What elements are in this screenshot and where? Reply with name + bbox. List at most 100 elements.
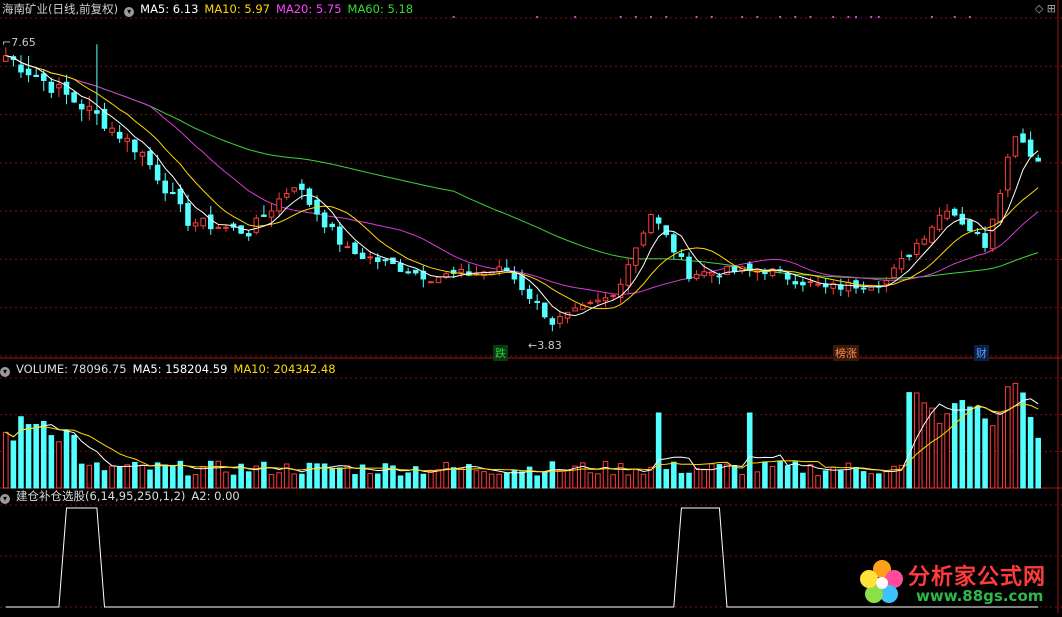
volume-bar <box>458 467 465 489</box>
volume-bar <box>139 464 146 489</box>
candle-body <box>921 238 928 245</box>
volume-bar <box>299 473 305 489</box>
volume-bar <box>3 431 9 489</box>
candle-body <box>815 283 821 286</box>
event-dot <box>756 16 759 18</box>
event-dot <box>710 16 713 18</box>
volume-bar <box>777 460 783 489</box>
candle-body <box>1027 139 1034 157</box>
volume-bar <box>154 462 161 489</box>
candle-body <box>207 214 214 230</box>
candle-body <box>397 263 404 272</box>
volume-title: VOLUME: 78096.75 <box>16 362 127 376</box>
candle-body <box>215 226 222 229</box>
event-dot <box>536 16 539 18</box>
volume-bar <box>223 471 229 489</box>
volume-bar <box>420 473 427 489</box>
candle-body <box>534 300 540 303</box>
settings-icon[interactable]: ▾ <box>124 7 135 17</box>
volume-settings-icon[interactable]: ▾ <box>0 367 10 377</box>
candle-body <box>944 210 950 219</box>
candle-body <box>693 273 700 279</box>
event-dot <box>779 16 782 18</box>
volume-bar <box>245 471 252 489</box>
volume-panel-header: ▾ VOLUME: 78096.75 MA5: 158204.59 MA10: 204… <box>0 361 342 378</box>
volume-bar <box>724 463 730 489</box>
volume-bar <box>754 471 761 489</box>
volume-bar <box>337 467 343 489</box>
candle-body <box>519 275 525 290</box>
volume-bar <box>101 470 108 489</box>
candle-body <box>124 137 131 142</box>
candle-body <box>541 302 548 318</box>
candle-body <box>564 311 571 319</box>
candle-body <box>405 271 411 274</box>
volume-bar <box>784 465 791 489</box>
chart-canvas <box>0 0 1062 613</box>
volume-bar <box>838 470 844 489</box>
event-dot <box>855 16 858 18</box>
ma20-polyline <box>5 55 1039 295</box>
volume-bar <box>959 400 966 489</box>
candle-body <box>572 307 578 312</box>
candle-body <box>883 280 890 285</box>
volume-bar <box>640 473 647 489</box>
candle-body <box>283 193 290 198</box>
candle-body <box>655 217 662 224</box>
volume-bar <box>344 465 351 489</box>
volume-bar <box>633 469 639 489</box>
volume-bar <box>374 473 381 489</box>
event-dot <box>695 16 698 18</box>
event-tag-die[interactable]: 跌 <box>493 345 508 361</box>
volume-bar <box>663 469 670 489</box>
candle-body <box>192 222 199 227</box>
volume-bar <box>602 460 609 489</box>
volume-bar <box>617 463 624 489</box>
candle-body <box>245 233 252 237</box>
candle-body <box>982 233 988 248</box>
indicator-settings-icon[interactable]: ▾ <box>0 494 10 504</box>
volume-bar <box>162 464 168 489</box>
event-tag-bangzhang[interactable]: 榜涨 <box>833 345 859 361</box>
volume-bar <box>124 464 131 489</box>
ma5-label: MA5: 6.13 <box>140 2 199 16</box>
candle-body <box>154 164 161 181</box>
candle-body <box>56 84 62 89</box>
ma60-label: MA60: 5.18 <box>347 2 414 16</box>
event-tag-cai[interactable]: 财 <box>974 345 989 361</box>
volume-ma10-label: MA10: 204342.48 <box>233 362 336 376</box>
candle-body <box>731 266 738 273</box>
ma20-label: MA20: 5.75 <box>275 2 342 16</box>
volume-bar <box>109 465 115 489</box>
volume-bar <box>261 461 267 489</box>
candlestick-series <box>3 44 1041 332</box>
volume-bar <box>63 429 70 489</box>
candle-body <box>891 267 897 278</box>
volume-bar <box>822 470 829 489</box>
candle-body <box>139 151 146 157</box>
volume-bar <box>25 424 32 489</box>
event-dot <box>877 16 880 18</box>
volume-bar <box>860 471 867 489</box>
panel-toggle-icons[interactable]: ◇ ⊞ <box>1035 2 1056 15</box>
event-dot <box>634 16 637 18</box>
volume-bar <box>944 413 950 489</box>
ma60-polyline <box>5 55 1039 279</box>
candle-body <box>185 203 191 226</box>
event-dot <box>665 16 668 18</box>
candle-body <box>162 180 168 194</box>
volume-bar <box>306 462 313 489</box>
candle-body <box>936 214 943 230</box>
candle-body <box>367 256 373 259</box>
volume-bar <box>1012 382 1019 489</box>
event-dot <box>832 16 835 18</box>
volume-bar <box>352 474 358 489</box>
volume-bar <box>731 465 738 489</box>
event-dot <box>452 16 455 18</box>
volume-bar <box>1020 392 1026 489</box>
event-dot <box>794 16 797 18</box>
event-dot <box>574 16 577 18</box>
event-dot <box>619 16 622 18</box>
volume-bar <box>329 468 335 489</box>
volume-bar <box>769 465 776 489</box>
